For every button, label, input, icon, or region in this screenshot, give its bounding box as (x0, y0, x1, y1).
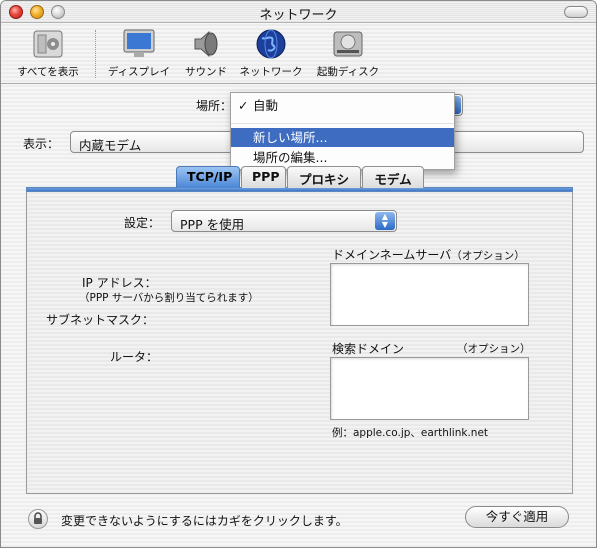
menu-item-new-location[interactable]: 新しい場所... (231, 128, 454, 147)
network-prefs-window: ネットワーク すべてを表示 ディスプレイ サウンド ネットワーク 起動ディスク … (0, 0, 597, 548)
title-bar: ネットワーク (1, 1, 596, 23)
tab-tcpip-label: TCP/IP (187, 169, 233, 184)
toolbar-sound-label: サウンド (185, 66, 227, 78)
location-menu: ✓ 自動 新しい場所... 場所の編集... (230, 92, 455, 170)
config-label: 設定： (124, 216, 161, 230)
menu-item-edit-locations[interactable]: 場所の編集... (231, 148, 454, 167)
menu-item-new-location-label: 新しい場所... (253, 130, 328, 145)
lock-button[interactable] (28, 509, 48, 529)
apply-now-button[interactable]: 今すぐ適用 (465, 506, 569, 528)
show-popup-value: 内蔵モデム (79, 138, 142, 153)
tab-tcpip[interactable]: TCP/IP (176, 166, 240, 188)
config-popup-value: PPP を使用 (180, 217, 245, 232)
apply-now-label: 今すぐ適用 (485, 509, 549, 524)
window-title: ネットワーク (259, 8, 338, 23)
display-icon (123, 29, 155, 57)
toolbar-separator (95, 30, 96, 78)
router-label: ルータ： (110, 350, 159, 364)
tab-modem[interactable]: モデム (362, 166, 424, 188)
subnet-mask-label: サブネットマスク： (46, 313, 155, 327)
lock-icon (34, 512, 42, 524)
toolbar-display[interactable]: ディスプレイ (101, 28, 177, 79)
dns-label-text: ドメインネームサーバ (332, 248, 452, 262)
apple-prefs-icon (33, 30, 63, 58)
popup-arrows-icon: ▲▼ (375, 212, 395, 230)
dns-optional-text: （オプション） (451, 250, 525, 262)
menu-item-edit-locations-label: 場所の編集... (253, 150, 328, 165)
search-domain-label: 検索ドメイン (332, 342, 405, 356)
location-label: 場所： (196, 99, 233, 113)
menu-separator (231, 123, 454, 124)
speaker-icon (194, 30, 218, 58)
menu-item-auto-label: 自動 (253, 98, 279, 113)
lock-message: 変更できないようにするにはカギをクリックします。 (61, 514, 348, 528)
ip-address-note: （PPP サーバから割り当てられます） (79, 292, 259, 304)
toolbar-network[interactable]: ネットワーク (235, 28, 307, 79)
search-domain-optional: （オプション） (457, 343, 531, 355)
show-label: 表示： (23, 137, 60, 151)
toolbar-display-label: ディスプレイ (107, 66, 171, 78)
toolbar-startup-disk[interactable]: 起動ディスク (309, 28, 387, 79)
toolbar-show-all-label: すべてを表示 (17, 66, 79, 78)
tab-ppp-label: PPP (252, 169, 280, 184)
tab-modem-label: モデム (374, 172, 412, 187)
dns-label: ドメインネームサーバ（オプション） (332, 246, 525, 263)
search-domains-field[interactable] (330, 357, 529, 420)
toolbar-sound[interactable]: サウンド (179, 28, 233, 79)
toolbar-startup-disk-label: 起動ディスク (316, 66, 380, 78)
dns-servers-field[interactable] (330, 263, 529, 326)
example-text: 例：apple.co.jp、earthlink.net (332, 427, 489, 439)
toolbar-show-all[interactable]: すべてを表示 (7, 28, 89, 79)
tab-proxy-label: プロキシ (298, 172, 349, 187)
config-popup[interactable]: PPP を使用 ▲ ▼ (171, 210, 397, 232)
globe-icon (256, 29, 286, 59)
tab-proxy[interactable]: プロキシ (287, 166, 361, 188)
ip-address-label: IP アドレス： (82, 276, 157, 290)
disk-icon (333, 31, 363, 57)
tab-ppp[interactable]: PPP (241, 166, 286, 188)
toolbar-toggle-button[interactable] (564, 6, 588, 18)
checkmark-icon: ✓ (238, 98, 249, 113)
toolbar-network-label: ネットワーク (239, 66, 303, 78)
menu-item-auto[interactable]: ✓ 自動 (231, 96, 454, 115)
prefs-toolbar: すべてを表示 ディスプレイ サウンド ネットワーク 起動ディスク (1, 24, 596, 84)
